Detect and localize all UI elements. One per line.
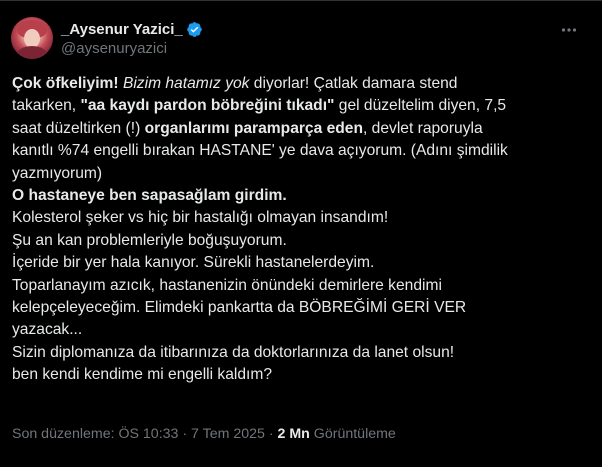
tweet-line-4: kanıtlı %74 engelli bırakan HASTANE' ye …	[12, 142, 508, 160]
tweet-line-7: Kolesterol şeker vs hiç bir hastalığı ol…	[12, 209, 389, 227]
meta-separator: ·	[264, 426, 278, 442]
tweet-bold-text: "aa kaydı pardon böbreğini tıkadı"	[80, 97, 335, 115]
tweet-text: Çok öfkeliyim! Bizim hatamız yok diyorla…	[12, 73, 592, 386]
user-handle[interactable]: @aysenuryazici	[61, 40, 203, 57]
views-count: 2 Mn	[277, 426, 310, 442]
tweet-bold-text: Çok öfkeliyim!	[12, 75, 119, 92]
tweet-line-14: ben kendi kendime mi engelli kaldım?	[12, 366, 273, 384]
tweet-text-span: gel düzeltelim diyen, 7,5	[334, 97, 507, 115]
top-divider	[0, 0, 602, 1]
tweet-line-3: saat düzeltirken (!) organlarımı parampa…	[12, 118, 592, 140]
meta-separator: ·	[178, 426, 192, 442]
tweet-line-10: Toparlanayım azıcık, hastanenizin önünde…	[12, 276, 442, 294]
tweet-line-9: İçeride bir yer hala kanıyor. Sürekli ha…	[12, 254, 375, 272]
author-names: _Aysenur Yazici_ @aysenuryazici	[61, 19, 203, 57]
tweet-meta: Son düzenleme: ÖS 10:33 · 7 Tem 2025 · 2…	[12, 426, 396, 442]
tweet-line-13: Sizin diplomanıza da itibarınıza da dokt…	[12, 343, 455, 361]
avatar[interactable]	[11, 17, 53, 59]
tweet-text-span: , devlet raporuyla	[363, 119, 483, 137]
tweet-text-span: takarken,	[12, 97, 81, 115]
tweet-header: _Aysenur Yazici_ @aysenuryazici	[11, 17, 203, 59]
tweet-line-2: takarken, "aa kaydı pardon böbreğini tık…	[12, 95, 592, 117]
views-label: Görüntüleme	[309, 426, 396, 442]
verified-badge-icon[interactable]	[186, 21, 203, 38]
tweet-line-12: yazacak...	[12, 321, 83, 339]
tweet-line-11: kelepçeleyeceğim. Elimdeki pankartta da …	[12, 298, 467, 316]
edited-timestamp-link[interactable]: Son düzenleme: ÖS 10:33	[12, 426, 178, 442]
display-name[interactable]: _Aysenur Yazici_	[61, 21, 183, 38]
display-name-row: _Aysenur Yazici_	[61, 19, 203, 39]
tweet-text-span: diyorlar! Çatlak damara stend	[249, 75, 458, 92]
tweet-line-6: O hastaneye ben sapasağlam girdim.	[12, 186, 287, 204]
tweet-date-link[interactable]: 7 Tem 2025	[191, 426, 265, 442]
tweet-line-8: Şu an kan problemleriyle boğuşuyorum.	[12, 231, 287, 249]
tweet-bold-text: organlarımı paramparça eden	[144, 119, 364, 137]
tweet-line-1: Çok öfkeliyim! Bizim hatamız yok diyorla…	[12, 73, 592, 95]
tweet-italic-text: Bizim hatamız yok	[122, 75, 250, 92]
tweet-card: _Aysenur Yazici_ @aysenuryazici Çok öfke…	[0, 0, 602, 467]
avatar-body	[16, 46, 48, 59]
tweet-line-5: yazmıyorum)	[12, 164, 103, 182]
tweet-text-span: saat düzeltirken (!)	[12, 119, 145, 137]
more-options-icon[interactable]	[561, 22, 577, 38]
